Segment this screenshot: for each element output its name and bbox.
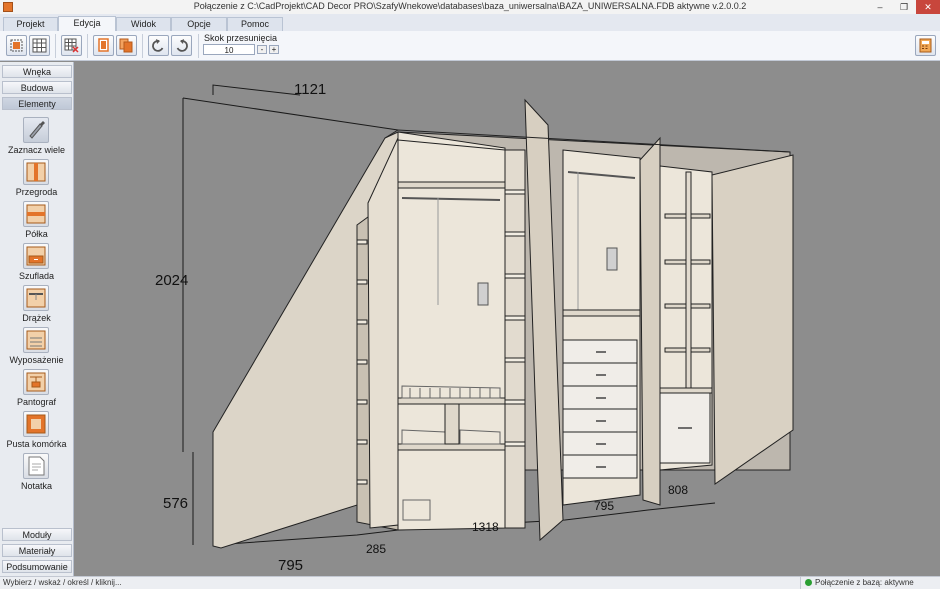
tool-label: Półka [25,229,48,239]
toolbar-separator [87,34,88,58]
wardrobe-drawing: 1121 2024 576 795 285 1318 795 808 [155,81,794,574]
pantograph-icon [23,369,49,395]
tool-label: Szuflada [18,271,55,281]
tool-label: Notatka [20,481,53,491]
compartment-left [397,131,506,531]
pantograph-middle [606,247,618,271]
dimension-808: 808 [668,483,688,497]
nav-moduly[interactable]: Moduły [2,528,72,541]
ribbon-tabs: Projekt Edycja Widok Opcje Pomoc [0,14,940,31]
title-bar: Połączenie z C:\CadProjekt\CAD Decor PRO… [0,0,940,15]
select-all-icon [10,39,23,52]
restore-button[interactable]: ❐ [892,0,916,14]
toolbar-separator [55,34,56,58]
tool-label: Pusta komórka [6,439,67,449]
tool-przegroda[interactable]: Przegroda [0,157,73,199]
partition-column [504,149,526,529]
nav-podsumowanie[interactable]: Podsumowanie [2,560,72,573]
3d-viewport[interactable]: 1121 2024 576 795 285 1318 795 808 [74,62,940,576]
step-plus-button[interactable]: + [269,45,279,54]
nav-wneka[interactable]: Wnęka [2,65,72,78]
connection-text: Połączenie z bazą: aktywne [815,578,914,587]
connection-status: Połączenie z bazą: aktywne [800,577,940,589]
tab-opcje[interactable]: Opcje [171,17,227,31]
tool-drazek[interactable]: Drążek [0,283,73,325]
shelf-top-left [397,181,506,189]
minimize-button[interactable]: – [868,0,892,14]
dimension-795: 795 [594,499,614,513]
grid-delete-icon [64,38,79,53]
drawer-stack [562,339,638,479]
redo-button[interactable] [171,35,192,56]
dimension-top: 1121 [294,81,326,98]
tab-widok[interactable]: Widok [116,17,171,31]
toolbar-separator [142,34,143,58]
equipment-icon [23,327,49,353]
shelf-mid-left [397,397,506,405]
toolbar [0,31,940,61]
shelf-icon [23,201,49,227]
select-many-icon [23,117,49,143]
undo-icon [152,39,164,52]
tool-label: Zaznacz wiele [7,145,66,155]
clear-grid-button[interactable] [61,35,82,56]
door-far-right [711,154,794,485]
tool-label: Pantograf [16,397,57,407]
drawer-icon [23,243,49,269]
tool-pantograf[interactable]: Pantograf [0,367,73,409]
shelf-low-left [397,443,506,451]
empty-cell-icon [23,411,49,437]
grid-icon [32,38,47,53]
tool-szuflada[interactable]: Szuflada [0,241,73,283]
nav-materialy[interactable]: Materiały [2,544,72,557]
dimension-knee: 576 [163,495,188,512]
grid-button[interactable] [29,35,50,56]
note-icon [23,453,49,479]
window-title: Połączenie z C:\CadProjekt\CAD Decor PRO… [193,1,747,11]
status-hint: Wybierz / wskaż / określ / kliknij... [3,578,122,587]
paste-icon [119,38,133,53]
step-label: Skok przesunięcia [204,33,278,43]
left-panel: Wnęka Budowa Elementy Zaznacz wiele Prze… [0,62,74,576]
nav-elementy[interactable]: Elementy [2,97,72,110]
select-all-button[interactable] [6,35,27,56]
undo-button[interactable] [148,35,169,56]
tool-notatka[interactable]: Notatka [0,451,73,493]
dimension-285: 285 [366,542,386,556]
tab-projekt[interactable]: Projekt [3,17,58,31]
dimension-line-top [182,97,399,131]
tab-pomoc[interactable]: Pomoc [227,17,283,31]
tool-wyposazenie[interactable]: Wyposażenie [0,325,73,367]
step-input[interactable]: 10 [203,44,255,55]
close-button[interactable]: ✕ [916,0,940,14]
step-minus-button[interactable]: - [257,45,267,54]
pantograph-left [477,282,489,306]
dimension-height: 2024 [155,272,188,289]
redo-icon [176,39,188,52]
status-bar: Wybierz / wskaż / określ / kliknij... Po… [0,576,940,589]
door-right [639,136,661,506]
partition-icon [23,159,49,185]
tool-label: Przegroda [15,187,58,197]
tool-label: Drążek [22,313,51,323]
copy-icon [98,38,109,52]
tool-pusta-komorka[interactable]: Pusta komórka [0,409,73,451]
tool-label: Wyposażenie [9,355,64,365]
tool-zaznacz-wiele[interactable]: Zaznacz wiele [0,115,73,157]
tool-polka[interactable]: Półka [0,199,73,241]
connection-ok-icon [805,579,812,586]
copy-button[interactable] [93,35,114,56]
dimension-bottom-left: 795 [278,557,303,574]
tab-edycja[interactable]: Edycja [58,16,116,31]
nav-budowa[interactable]: Budowa [2,81,72,94]
dimension-1318: 1318 [472,520,499,534]
rail-icon [23,285,49,311]
door-left [367,137,399,529]
paste-button[interactable] [116,35,137,56]
calculator-icon [919,38,932,53]
toolbar-separator [198,34,199,58]
calculator-button[interactable] [915,35,936,56]
